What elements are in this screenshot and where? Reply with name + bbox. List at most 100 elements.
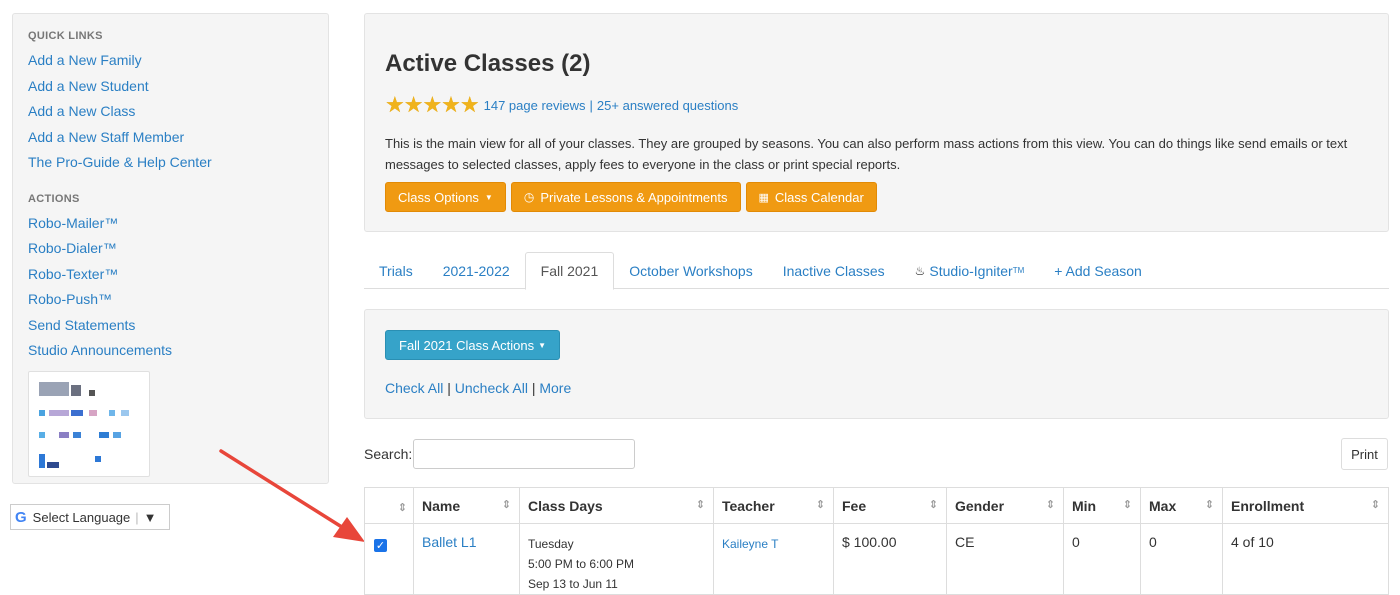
- private-lessons-button[interactable]: ◷ Private Lessons & Appointments: [510, 182, 741, 212]
- reviews-separator: |: [589, 97, 593, 113]
- table-header-row: ⇕ Name ⇕ Class Days ⇕ Teacher ⇕ Fee ⇕ Gender…: [364, 487, 1389, 524]
- tab-fall-2021[interactable]: Fall 2021: [524, 252, 615, 290]
- search-input[interactable]: [413, 439, 636, 469]
- check-separator: |: [531, 380, 536, 396]
- min-header-label: Min: [1072, 497, 1097, 514]
- class-calendar-label: Class Calendar: [774, 189, 864, 205]
- class-actions-button[interactable]: Fall 2021 Class Actions ▼: [385, 330, 561, 360]
- add-class-link[interactable]: Add a New Class: [28, 99, 313, 125]
- uncheck-all-link[interactable]: Uncheck All: [455, 380, 528, 396]
- caret-down-icon: ▼: [538, 340, 547, 350]
- tab-add-season[interactable]: + Add Season: [1039, 252, 1157, 289]
- google-icon: G: [15, 508, 27, 526]
- tab-2021-2022[interactable]: 2021-2022: [428, 252, 525, 289]
- max-column-header[interactable]: Max ⇕: [1140, 487, 1223, 524]
- fee-header-label: Fee: [842, 497, 867, 514]
- check-all-link[interactable]: Check All: [385, 380, 443, 396]
- sort-icon: ⇕: [1370, 498, 1380, 511]
- caret-down-icon: ▼: [484, 192, 493, 202]
- gender-header-label: Gender: [955, 497, 1005, 514]
- actions-heading: ACTIONS: [28, 192, 80, 205]
- teacher-header-label: Teacher: [722, 497, 775, 514]
- actions-list: Robo-Mailer™ Robo-Dialer™ Robo-Texter™ R…: [28, 211, 313, 364]
- add-staff-link[interactable]: Add a New Staff Member: [28, 125, 313, 151]
- sort-icon: ⇕: [1045, 498, 1055, 511]
- robo-push-link[interactable]: Robo-Push™: [28, 287, 313, 313]
- class-options-label: Class Options: [398, 189, 479, 205]
- row-checkbox[interactable]: ✓: [374, 539, 387, 552]
- studio-igniter-label: Studio-Igniter: [929, 262, 1013, 279]
- reviews-row: ★★★★★ 147 page reviews | 25+ answered qu…: [385, 94, 738, 116]
- class-day: Tuesday: [528, 537, 574, 551]
- enrollment-header-label: Enrollment: [1231, 497, 1305, 514]
- sidebar: QUICK LINKS Add a New Family Add a New S…: [12, 13, 329, 484]
- class-time: 5:00 PM to 6:00 PM: [528, 557, 635, 571]
- sort-icon: ⇕: [695, 498, 705, 511]
- season-actions-panel: Fall 2021 Class Actions ▼ Check All | Un…: [364, 309, 1389, 419]
- sort-icon: ⇕: [1204, 498, 1214, 511]
- max-header-label: Max: [1149, 497, 1177, 514]
- check-links-row: Check All | Uncheck All | More: [385, 380, 571, 396]
- class-dates: Sep 13 to Jun 11: [528, 577, 618, 591]
- add-student-link[interactable]: Add a New Student: [28, 74, 313, 100]
- annotation-arrow-icon: [219, 449, 365, 542]
- tab-inactive-classes[interactable]: Inactive Classes: [768, 252, 900, 289]
- search-row: Search:: [364, 439, 636, 469]
- class-name-link[interactable]: Ballet L1: [422, 534, 476, 550]
- tab-october-workshops[interactable]: October Workshops: [614, 252, 767, 289]
- robo-texter-link[interactable]: Robo-Texter™: [28, 262, 313, 288]
- star-rating-icon: ★★★★★: [385, 92, 480, 117]
- language-label: Select Language: [32, 509, 131, 525]
- season-tabs: Trials 2021-2022 Fall 2021 October Works…: [364, 252, 1389, 290]
- clock-icon: ◷: [523, 190, 535, 204]
- language-divider: |: [135, 509, 139, 525]
- more-link[interactable]: More: [539, 380, 571, 396]
- teacher-column-header[interactable]: Teacher ⇕: [713, 487, 834, 524]
- robo-dialer-link[interactable]: Robo-Dialer™: [28, 236, 313, 262]
- page-reviews-link[interactable]: 147 page reviews: [484, 98, 586, 113]
- class-actions-label: Fall 2021 Class Actions: [399, 337, 535, 353]
- fee-column-header[interactable]: Fee ⇕: [833, 487, 947, 524]
- sort-icon: ⇕: [501, 498, 511, 511]
- calendar-icon: ▦: [758, 191, 769, 204]
- tab-studio-igniter[interactable]: ♨ Studio-Igniter TM: [900, 252, 1040, 289]
- page-title: Active Classes (2): [385, 50, 591, 77]
- classes-table: ⇕ Name ⇕ Class Days ⇕ Teacher ⇕ Fee ⇕ Gender…: [364, 487, 1389, 595]
- blurred-qr-image: [28, 370, 150, 477]
- check-separator: |: [447, 380, 451, 396]
- studio-announcements-link[interactable]: Studio Announcements: [28, 338, 313, 364]
- class-button-row: Class Options ▼ ◷ Private Lessons & Appo…: [385, 182, 877, 212]
- name-column-header[interactable]: Name ⇕: [413, 487, 520, 524]
- trademark-mark: TM: [1012, 266, 1025, 275]
- language-selector[interactable]: G Select Language | ▼: [10, 504, 170, 530]
- tab-trials[interactable]: Trials: [364, 252, 428, 289]
- sort-icon: ⇕: [1122, 498, 1132, 511]
- send-statements-link[interactable]: Send Statements: [28, 313, 313, 339]
- sort-icon: ⇕: [928, 498, 938, 511]
- page-description: This is the main view for all of your cl…: [385, 136, 1348, 172]
- class-options-button[interactable]: Class Options ▼: [385, 182, 506, 212]
- help-center-link[interactable]: The Pro-Guide & Help Center: [28, 150, 313, 176]
- enrollment-column-header[interactable]: Enrollment ⇕: [1222, 487, 1389, 524]
- days-column-header[interactable]: Class Days ⇕: [519, 487, 714, 524]
- answered-questions-link[interactable]: 25+ answered questions: [597, 98, 738, 113]
- flame-icon: ♨: [914, 263, 926, 278]
- robo-mailer-link[interactable]: Robo-Mailer™: [28, 211, 313, 237]
- name-header-label: Name: [422, 497, 461, 514]
- print-button[interactable]: Print: [1341, 438, 1388, 470]
- sort-icon: ⇕: [397, 501, 407, 514]
- min-column-header[interactable]: Min ⇕: [1063, 487, 1141, 524]
- add-family-link[interactable]: Add a New Family: [28, 48, 313, 74]
- private-lessons-label: Private Lessons & Appointments: [540, 189, 728, 205]
- days-header-label: Class Days: [528, 497, 603, 514]
- select-column-header[interactable]: ⇕: [364, 487, 414, 524]
- quick-links-heading: QUICK LINKS: [28, 30, 103, 42]
- gender-column-header[interactable]: Gender ⇕: [946, 487, 1064, 524]
- chevron-down-icon: ▼: [143, 509, 157, 525]
- search-label: Search:: [364, 446, 413, 462]
- class-calendar-button[interactable]: ▦ Class Calendar: [745, 182, 877, 212]
- sort-icon: ⇕: [815, 498, 825, 511]
- teacher-link[interactable]: Kaileyne T: [722, 537, 778, 551]
- quick-links-list: Add a New Family Add a New Student Add a…: [28, 48, 313, 176]
- active-classes-panel: Active Classes (2) ★★★★★ 147 page review…: [364, 13, 1389, 232]
